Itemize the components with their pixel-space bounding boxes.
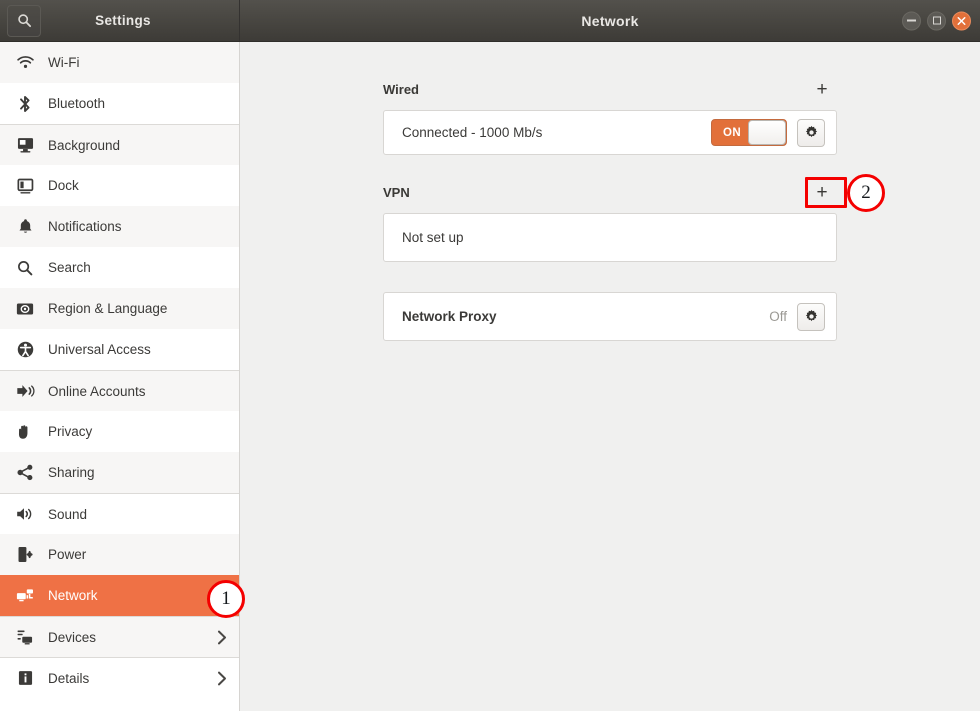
- network-settings-panel: Wired + Connected - 1000 Mb/s ON VPN + N…: [240, 42, 980, 711]
- sidebar-item-devices[interactable]: Devices: [0, 616, 239, 657]
- vpn-title: VPN: [383, 184, 410, 200]
- page-title: Network: [581, 12, 639, 29]
- region-language-icon: [14, 302, 36, 316]
- sidebar-item-label: Power: [48, 547, 87, 562]
- wired-title: Wired: [383, 81, 419, 97]
- wired-power-toggle[interactable]: ON: [711, 119, 787, 146]
- vpn-card: Not set up: [383, 213, 837, 262]
- wired-status-label: Connected - 1000 Mb/s: [402, 125, 543, 140]
- vpn-section-header: VPN +: [383, 179, 837, 205]
- vpn-status-row[interactable]: Not set up: [384, 214, 836, 261]
- wired-add-button[interactable]: +: [807, 76, 837, 102]
- close-icon: [957, 16, 966, 25]
- network-content: Wired + Connected - 1000 Mb/s ON VPN + N…: [383, 42, 837, 341]
- search-icon: [14, 260, 36, 276]
- search-icon-button[interactable]: [7, 4, 41, 37]
- maximize-button[interactable]: [927, 11, 946, 30]
- sidebar-item-universal-access[interactable]: Universal Access: [0, 329, 239, 370]
- wired-settings-button[interactable]: [797, 118, 825, 147]
- wired-card: Connected - 1000 Mb/s ON: [383, 110, 837, 155]
- sidebar-item-wi-fi[interactable]: Wi-Fi: [0, 42, 239, 83]
- sidebar-item-label: Search: [48, 260, 91, 275]
- settings-sidebar: Wi-Fi Bluetooth Background Dock Notifica…: [0, 42, 240, 711]
- sidebar-item-label: Wi-Fi: [48, 55, 80, 70]
- close-button[interactable]: [952, 11, 971, 30]
- window-body: Wi-Fi Bluetooth Background Dock Notifica…: [0, 42, 980, 711]
- sidebar-item-label: Devices: [48, 629, 97, 645]
- sidebar-item-label: Details: [48, 670, 90, 686]
- sidebar-item-power[interactable]: Power: [0, 534, 239, 575]
- sidebar-item-label: Dock: [48, 178, 79, 193]
- minimize-button[interactable]: [902, 11, 921, 30]
- maximize-icon: [932, 16, 941, 25]
- titlebar-sidebar-section: Settings: [0, 0, 240, 41]
- sidebar-item-online-accounts[interactable]: Online Accounts: [0, 370, 239, 411]
- vpn-status-label: Not set up: [402, 230, 464, 245]
- sidebar-item-dock[interactable]: Dock: [0, 165, 239, 206]
- sidebar-item-label: Network: [48, 588, 98, 603]
- wired-connection-row[interactable]: Connected - 1000 Mb/s ON: [384, 111, 836, 154]
- vpn-add-button[interactable]: +: [807, 179, 837, 205]
- sidebar-item-label: Sharing: [48, 465, 95, 480]
- wifi-icon: [14, 55, 36, 70]
- sidebar-item-search[interactable]: Search: [0, 247, 239, 288]
- sidebar-item-sound[interactable]: Sound: [0, 493, 239, 534]
- sidebar-item-label: Sound: [48, 506, 88, 522]
- sound-icon: [14, 506, 36, 522]
- network-proxy-status: Off: [769, 309, 787, 324]
- sidebar-item-label: Bluetooth: [48, 96, 106, 111]
- search-icon: [17, 13, 32, 28]
- bluetooth-icon: [14, 95, 36, 113]
- chevron-right-icon: [217, 630, 227, 645]
- settings-title: Settings: [95, 13, 151, 28]
- power-icon: [14, 546, 36, 563]
- bell-icon: [14, 218, 36, 235]
- window-controls: [902, 11, 971, 30]
- online-accounts-icon: [14, 383, 36, 399]
- universal-access-icon: [14, 341, 36, 358]
- network-proxy-label: Network Proxy: [402, 309, 497, 324]
- sidebar-item-label: Online Accounts: [48, 383, 146, 399]
- titlebar: Settings Network: [0, 0, 980, 42]
- devices-icon: [14, 629, 36, 645]
- toggle-state-label: ON: [722, 126, 742, 139]
- network-icon: [14, 588, 36, 604]
- settings-window: Settings Network Wi-Fi Bluetooth Backgro…: [0, 0, 980, 711]
- sidebar-item-region-language[interactable]: Region & Language: [0, 288, 239, 329]
- sidebar-item-sharing[interactable]: Sharing: [0, 452, 239, 493]
- sidebar-item-notifications[interactable]: Notifications: [0, 206, 239, 247]
- network-proxy-settings-button[interactable]: [797, 302, 825, 331]
- wired-row-controls: ON: [711, 118, 825, 147]
- gear-icon: [804, 309, 819, 324]
- wired-section-header: Wired +: [383, 76, 837, 102]
- sidebar-item-label: Region & Language: [48, 301, 168, 316]
- sidebar-item-label: Notifications: [48, 219, 122, 234]
- sidebar-item-label: Privacy: [48, 424, 93, 439]
- sidebar-item-bluetooth[interactable]: Bluetooth: [0, 83, 239, 124]
- network-proxy-card: Network Proxy Off: [383, 292, 837, 341]
- network-proxy-row[interactable]: Network Proxy Off: [384, 293, 836, 340]
- gear-icon: [804, 125, 819, 140]
- proxy-row-controls: Off: [769, 302, 825, 331]
- toggle-knob: [748, 120, 786, 145]
- sidebar-item-label: Background: [48, 137, 121, 153]
- details-info-icon: [14, 670, 36, 686]
- sharing-icon: [14, 464, 36, 481]
- background-icon: [14, 137, 36, 153]
- minimize-icon: [907, 19, 916, 22]
- dock-icon: [14, 178, 36, 194]
- sidebar-item-privacy[interactable]: Privacy: [0, 411, 239, 452]
- chevron-right-icon: [217, 671, 227, 686]
- sidebar-item-label: Universal Access: [48, 342, 151, 357]
- privacy-hand-icon: [14, 423, 36, 440]
- titlebar-main-section: Network: [240, 0, 980, 41]
- sidebar-item-network[interactable]: Network: [0, 575, 239, 616]
- sidebar-item-details[interactable]: Details: [0, 657, 239, 698]
- sidebar-item-background[interactable]: Background: [0, 124, 239, 165]
